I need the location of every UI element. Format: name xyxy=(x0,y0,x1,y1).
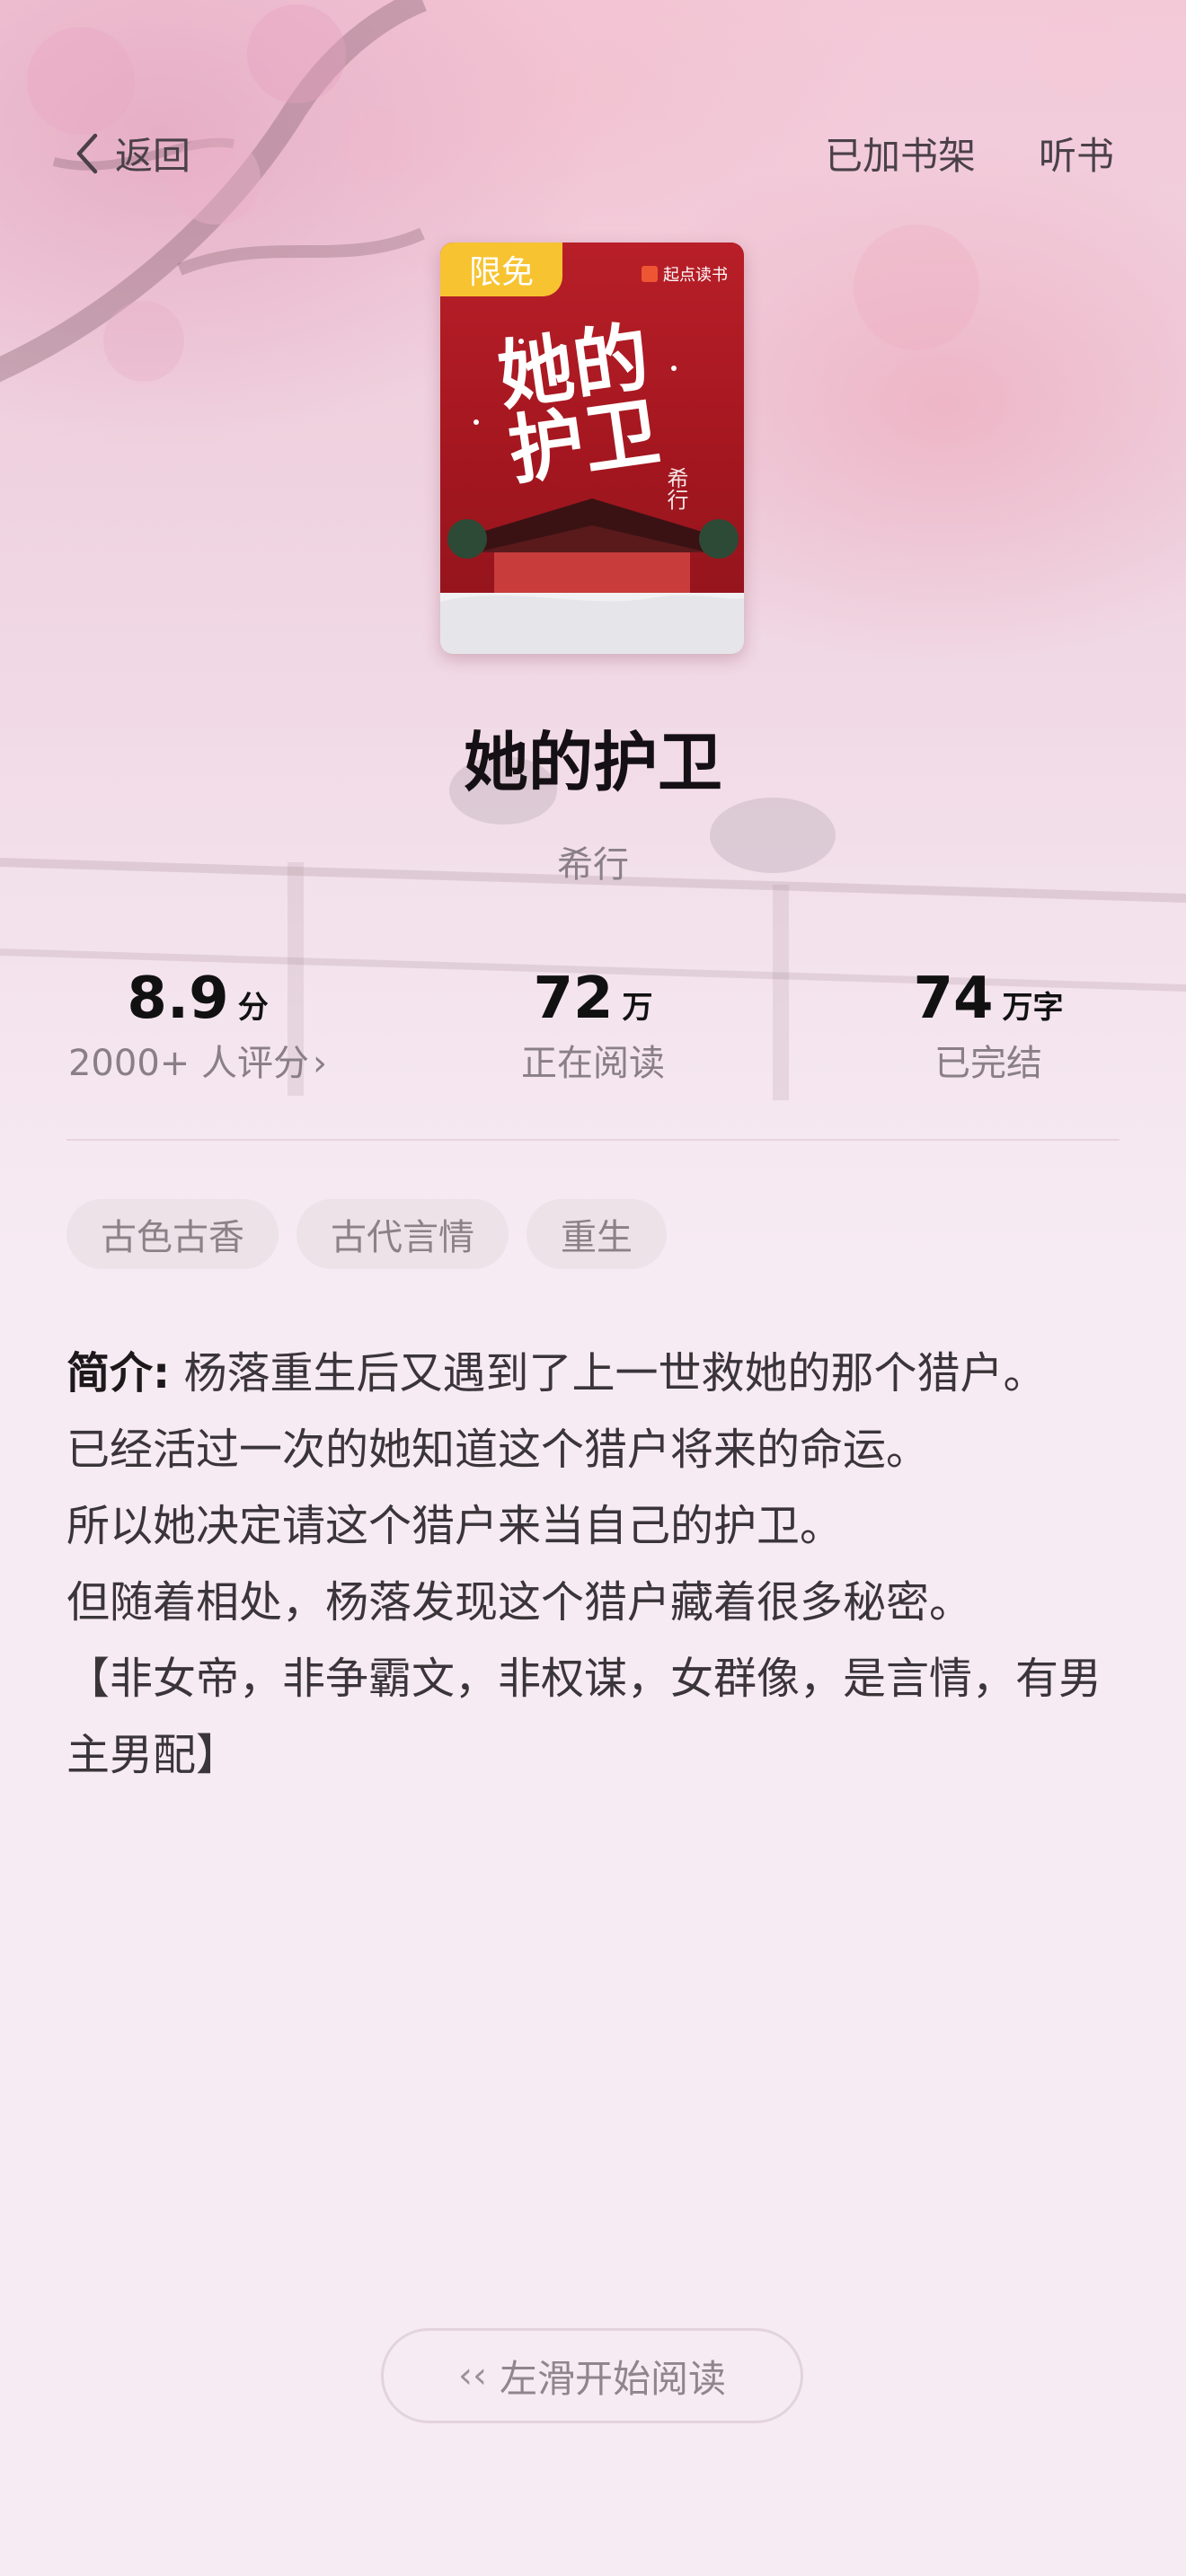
words-unit: 万字 xyxy=(1002,990,1064,1026)
tag-list: 古色古香 古代言情 重生 xyxy=(66,1199,667,1269)
free-badge: 限免 xyxy=(440,243,562,296)
intro-line: 已经活过一次的她知道这个猎户将来的命运。 xyxy=(66,1425,930,1475)
readers-label: 正在阅读 xyxy=(521,1043,665,1084)
intro-line: 杨落重生后又遇到了上一世救她的那个猎户。 xyxy=(170,1348,1047,1398)
rating-unit: 分 xyxy=(237,990,269,1026)
cover-publisher: 起点读书 xyxy=(642,262,728,286)
chevron-left-icon xyxy=(74,128,110,179)
words-value: 74 xyxy=(913,966,994,1032)
intro-lead: 简介: xyxy=(66,1348,171,1398)
cover-title-art: 她的护卫 xyxy=(492,312,665,496)
top-actions: 已加书架 听书 xyxy=(825,126,1114,181)
back-button[interactable]: 返回 xyxy=(74,126,190,181)
rating-label: 2000+ 人评分 xyxy=(67,1043,310,1084)
book-title: 她的护卫 xyxy=(463,725,722,800)
cover-author-art: 希行 xyxy=(663,467,688,510)
stat-readers: 72 万 正在阅读 xyxy=(395,966,791,1086)
tag-chip[interactable]: 重生 xyxy=(527,1199,667,1269)
book-author[interactable]: 希行 xyxy=(0,835,1186,887)
divider xyxy=(66,1139,1120,1141)
publisher-label: 起点读书 xyxy=(663,266,728,285)
intro-line: 所以她决定请这个猎户来当自己的护卫。 xyxy=(66,1501,844,1551)
intro-line: 但随着相处，杨落发现这个猎户藏着很多秘密。 xyxy=(66,1577,973,1628)
added-to-shelf-button[interactable]: 已加书架 xyxy=(825,126,976,181)
double-chevron-left-icon: ‹‹ xyxy=(457,2355,487,2396)
tag-chip[interactable]: 古代言情 xyxy=(296,1199,509,1269)
rating-value: 8.9 xyxy=(127,966,229,1032)
tag-chip[interactable]: 古色古香 xyxy=(66,1199,279,1269)
listen-button[interactable]: 听书 xyxy=(1039,126,1114,181)
status-label: 已完结 xyxy=(934,1043,1042,1084)
swipe-to-read-button[interactable]: ‹‹ 左滑开始阅读 xyxy=(381,2328,803,2423)
readers-value: 72 xyxy=(533,966,614,1032)
chevron-right-icon: › xyxy=(313,1043,328,1084)
stat-words: 74 万字 已完结 xyxy=(791,966,1186,1086)
intro-line: 【非女帝，非争霸文，非权谋，女群像，是言情，有男主男配】 xyxy=(66,1654,1102,1780)
back-label: 返回 xyxy=(115,134,191,178)
stats-row: 8.9 分 2000+ 人评分 › 72 万 正在阅读 74 万字 已完结 xyxy=(0,966,1186,1100)
top-bar: 返回 已加书架 听书 xyxy=(0,126,1186,180)
swipe-label: 左滑开始阅读 xyxy=(499,2356,726,2401)
stat-rating[interactable]: 8.9 分 2000+ 人评分 › xyxy=(0,966,395,1086)
book-intro: 简介: 杨落重生后又遇到了上一世救她的那个猎户。 已经活过一次的她知道这个猎户将… xyxy=(66,1336,1127,1794)
book-cover[interactable]: 限免 起点读书 她的护卫 希行 xyxy=(440,243,744,654)
publisher-logo-icon xyxy=(642,266,658,282)
readers-unit: 万 xyxy=(622,990,653,1026)
